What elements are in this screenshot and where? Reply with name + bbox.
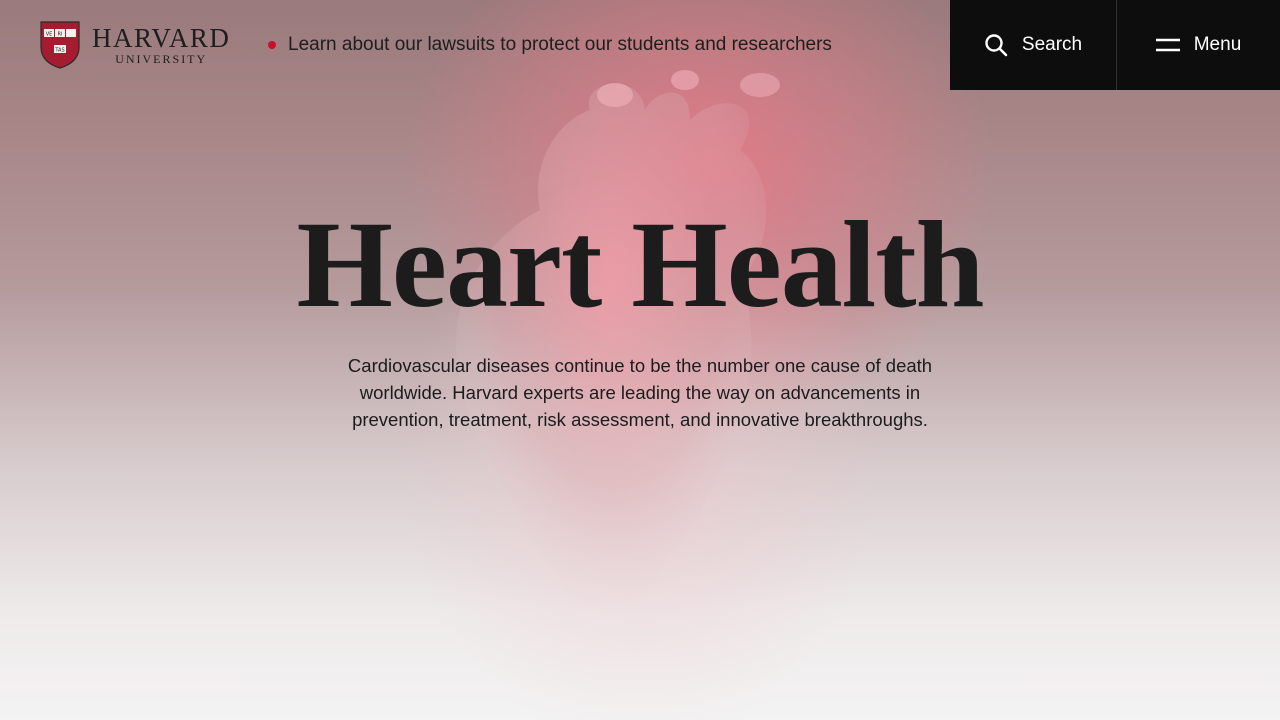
alert-link[interactable]: Learn about our lawsuits to protect our … [268,34,832,56]
shield-motto-2: RI [58,32,63,38]
top-nav: Search Menu [950,0,1280,90]
search-icon [985,34,1008,57]
shield-motto-3: TAS [54,48,64,54]
logo-wordmark-sub: UNIVERSITY [115,52,208,66]
menu-button[interactable]: Menu [1117,0,1280,90]
shield-motto-1: VE [46,32,53,38]
logo-wordmark-main: HARVARD [92,23,231,53]
alert-dot-icon [268,41,276,49]
search-label: Search [1021,34,1083,55]
menu-icon [1155,38,1180,52]
alert-text: Learn about our lawsuits to protect our … [288,34,832,55]
page-title: Heart Health [296,196,984,333]
menu-label: Menu [1193,34,1242,55]
harvard-shield-icon: VE RI TAS [40,21,80,69]
logo-wordmark: HARVARD UNIVERSITY [92,24,230,66]
search-button[interactable]: Search [950,0,1117,90]
hero-description: Cardiovascular diseases continue to be t… [347,355,933,430]
harvard-logo[interactable]: VE RI TAS HARVARD UNIVERSITY [40,21,230,69]
